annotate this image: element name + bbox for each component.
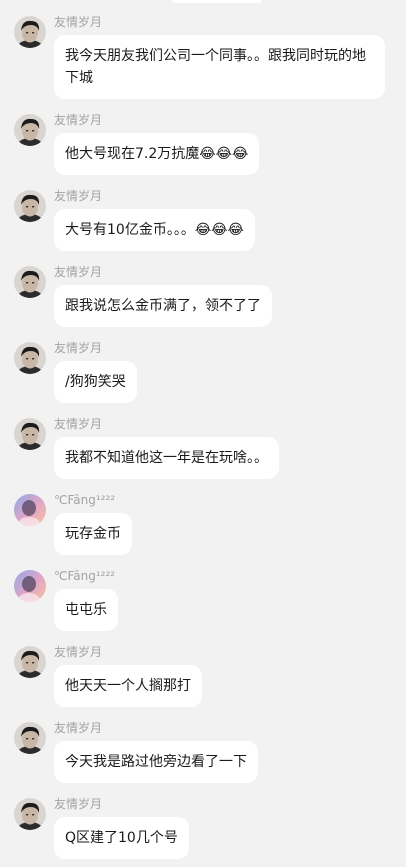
chat-message-list: 友情岁月 我今天朋友我们公司一个同事。。跟我同时玩的地下城 友情岁月 他大号现在… xyxy=(0,0,406,867)
sender-name: 友情岁月 xyxy=(54,15,103,29)
friend-avatar[interactable] xyxy=(14,266,46,298)
sender-name: 友情岁月 xyxy=(54,721,103,735)
friend-avatar[interactable] xyxy=(14,342,46,374)
message-bubble[interactable]: 玩存金币 xyxy=(54,513,132,555)
sender-name: 友情岁月 xyxy=(54,645,103,659)
friend-avatar[interactable] xyxy=(14,418,46,450)
message-bubble[interactable]: 他大号现在7.2万抗魔😂😂😂 xyxy=(54,133,260,175)
sender-name: 友情岁月 xyxy=(54,113,103,127)
friend-avatar[interactable] xyxy=(14,798,46,830)
message-bubble[interactable]: 跟我说怎么金币满了，领不了了 xyxy=(54,285,272,327)
sender-name: 友情岁月 xyxy=(54,417,103,431)
message-bubble[interactable]: 大号有10亿金币。。。😂😂😂 xyxy=(54,209,255,251)
sender-name: ℃Fāng¹²²² xyxy=(54,569,116,583)
sender-name: ℃Fāng¹²²² xyxy=(54,493,116,507)
previous-bubble-edge xyxy=(172,0,262,3)
sender-name: 友情岁月 xyxy=(54,797,103,811)
message-bubble[interactable]: 屯屯乐 xyxy=(54,589,118,631)
sender-name: 友情岁月 xyxy=(54,341,103,355)
friend-avatar[interactable] xyxy=(14,16,46,48)
fang-avatar[interactable] xyxy=(14,494,46,526)
friend-avatar[interactable] xyxy=(14,190,46,222)
friend-avatar[interactable] xyxy=(14,114,46,146)
friend-avatar[interactable] xyxy=(14,722,46,754)
sender-name: 友情岁月 xyxy=(54,265,103,279)
message-bubble[interactable]: 我今天朋友我们公司一个同事。。跟我同时玩的地下城 xyxy=(54,35,385,99)
message-bubble[interactable]: 今天我是路过他旁边看了一下 xyxy=(54,741,258,783)
fang-avatar[interactable] xyxy=(14,570,46,602)
friend-avatar[interactable] xyxy=(14,646,46,678)
message-bubble[interactable]: /狗狗笑哭 xyxy=(54,361,137,403)
sender-name: 友情岁月 xyxy=(54,189,103,203)
message-bubble[interactable]: 我都不知道他这一年是在玩啥。。 xyxy=(54,437,279,479)
message-bubble[interactable]: 他天天一个人搁那打 xyxy=(54,665,202,707)
message-bubble[interactable]: Q区建了10几个号 xyxy=(54,817,189,859)
